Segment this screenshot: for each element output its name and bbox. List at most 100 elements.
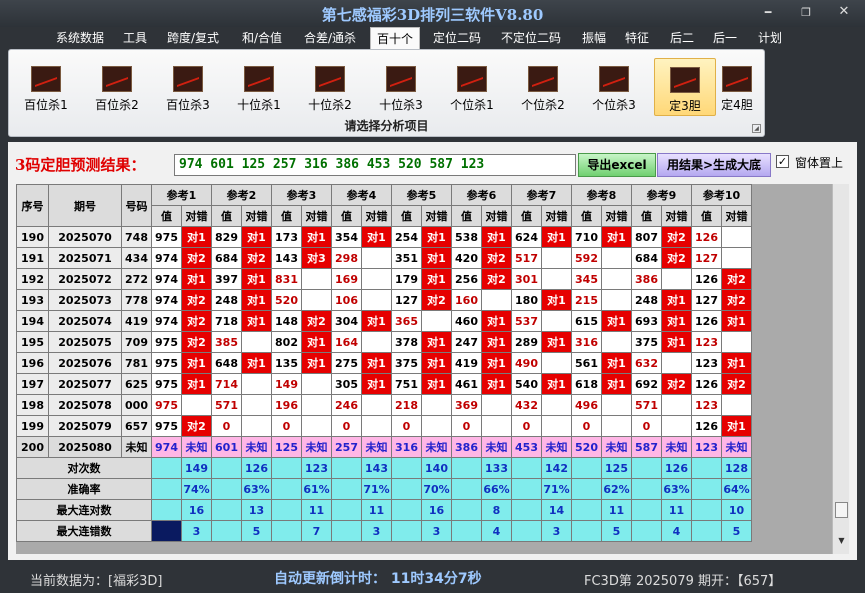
- stats-pad: [451, 478, 482, 500]
- table-row[interactable]: 195 2025075 709 975 对2 385 802 对1 164 378 对1 247 对1 2…: [16, 331, 752, 353]
- cell-code: 未知: [121, 436, 152, 458]
- stats-label: 准确率: [16, 478, 152, 500]
- stats-value: 10: [721, 499, 752, 521]
- cell-result: [361, 415, 392, 437]
- cell-no: 198: [16, 394, 49, 416]
- stats-row: 对次数 149 126 123 143 140 133 142 125 126 128: [16, 457, 752, 479]
- menu-item-0[interactable]: 系统数据: [50, 27, 110, 49]
- ribbon-button-label: 十位杀2: [308, 98, 352, 112]
- cell-result: [481, 394, 512, 416]
- menu-item-2[interactable]: 跨度/复式: [161, 27, 225, 49]
- ribbon-button-8[interactable]: 个位杀3: [583, 58, 645, 116]
- menu-item-8[interactable]: 振幅: [576, 27, 612, 49]
- table-row[interactable]: 199 2025079 657 975 对2 0 0 0 0 0 0 0 0 126 对1: [16, 415, 752, 437]
- predict-value: 520: [571, 436, 602, 458]
- cell-value: 301: [511, 268, 542, 290]
- stats-value: 13: [241, 499, 272, 521]
- stats-pad: [631, 499, 662, 521]
- vertical-scrollbar[interactable]: ▼: [832, 184, 849, 554]
- ribbon-button-5[interactable]: 十位杀3: [370, 58, 432, 116]
- menu-item-11[interactable]: 后一: [707, 27, 743, 49]
- cell-result: [601, 268, 632, 290]
- predict-value: 386: [451, 436, 482, 458]
- stats-pad: [271, 520, 302, 542]
- cell-code: 709: [121, 331, 152, 353]
- cell-value: 829: [211, 226, 242, 248]
- menu-item-7[interactable]: 不定位二码: [495, 27, 567, 49]
- cell-result: [241, 415, 272, 437]
- cell-value: 974: [151, 268, 182, 290]
- cell-value: 490: [511, 352, 542, 374]
- stats-pad: [511, 520, 542, 542]
- scroll-thumb[interactable]: [835, 502, 848, 518]
- cell-value: 974: [151, 310, 182, 332]
- ribbon-button-9[interactable]: 定3胆: [654, 58, 716, 116]
- cell-result: [721, 226, 752, 248]
- scroll-down-icon[interactable]: ▼: [835, 536, 848, 550]
- cell-result: 对1: [241, 226, 272, 248]
- stats-value: 3: [361, 520, 392, 542]
- menu-item-1[interactable]: 工具: [117, 27, 153, 49]
- ribbon-button-label: 个位杀2: [521, 98, 565, 112]
- cell-result: [241, 373, 272, 395]
- table-row[interactable]: 198 2025078 000 975 571 196 246 218 369 432 496 571…: [16, 394, 752, 416]
- cell-value: 169: [331, 268, 362, 290]
- cell-result: [541, 415, 572, 437]
- table-row[interactable]: 190 2025070 748 975 对1 829 对1 173 对1 354 对1 254 对1 53…: [16, 226, 752, 248]
- table-row[interactable]: 192 2025072 272 974 对1 397 对1 831 169 179 对1 256 对2 3…: [16, 268, 752, 290]
- ribbon-button-3[interactable]: 十位杀1: [228, 58, 290, 116]
- predict-unknown: 未知: [541, 436, 572, 458]
- menu-item-12[interactable]: 计划: [752, 27, 788, 49]
- export-excel-button[interactable]: 导出excel: [578, 153, 656, 177]
- cell-value: 632: [631, 352, 662, 374]
- restore-icon[interactable]: ❐: [798, 6, 814, 19]
- predict-value: 123: [691, 436, 722, 458]
- cell-value: 0: [271, 415, 302, 437]
- table-row-predict[interactable]: 200 2025080 未知 974 未知 601 未知 125 未知 257 未知 316 未知 386…: [16, 436, 752, 458]
- close-icon[interactable]: ✕: [836, 4, 852, 19]
- table-row[interactable]: 194 2025074 419 974 对2 718 对1 148 对2 304 对1 365 460 对…: [16, 310, 752, 332]
- cell-result: 对1: [361, 352, 392, 374]
- ribbon-button-label: 个位杀1: [450, 98, 494, 112]
- stats-pad: [211, 457, 242, 479]
- ribbon-button-10[interactable]: 定4胆: [715, 58, 759, 116]
- cell-value: 975: [151, 415, 182, 437]
- menu-item-5[interactable]: 百十个: [370, 27, 421, 49]
- stats-pad: [151, 457, 182, 479]
- stats-row: 最大连错数 3 5 7 3 3 4 3 5 4 5: [16, 520, 752, 542]
- cell-value: 538: [451, 226, 482, 248]
- ribbon-button-2[interactable]: 百位杀3: [157, 58, 219, 116]
- cell-value: 248: [211, 289, 242, 311]
- cell-period: 2025078: [48, 394, 122, 416]
- prediction-result-field[interactable]: 974 601 125 257 316 386 453 520 587 123: [174, 154, 576, 176]
- cell-value: 304: [331, 310, 362, 332]
- menu-item-9[interactable]: 特征: [619, 27, 655, 49]
- ribbon-button-4[interactable]: 十位杀2: [299, 58, 361, 116]
- cell-value: 710: [571, 226, 602, 248]
- ribbon-button-0[interactable]: 百位杀1: [15, 58, 77, 116]
- menu-item-6[interactable]: 定位二码: [427, 27, 487, 49]
- ribbon-button-6[interactable]: 个位杀1: [441, 58, 503, 116]
- table-row[interactable]: 196 2025076 781 975 对1 648 对1 135 对1 275 对1 375 对1 41…: [16, 352, 752, 374]
- cell-result: [421, 394, 452, 416]
- menu-item-3[interactable]: 和/合值: [236, 27, 288, 49]
- ribbon-button-7[interactable]: 个位杀2: [512, 58, 574, 116]
- menu-item-4[interactable]: 合差/通杀: [298, 27, 362, 49]
- cell-value: 179: [391, 268, 422, 290]
- table-row[interactable]: 191 2025071 434 974 对2 684 对2 143 对3 298 351 对1 420 对…: [16, 247, 752, 269]
- ribbon-expand-icon[interactable]: ◢: [752, 124, 761, 133]
- table-row[interactable]: 193 2025073 778 974 对2 248 对1 520 106 127 对2 160 180…: [16, 289, 752, 311]
- minimize-icon[interactable]: ━: [760, 6, 776, 19]
- cell-result: [661, 415, 692, 437]
- cell-value: 149: [271, 373, 302, 395]
- topmost-checkbox[interactable]: ✓: [776, 155, 789, 168]
- ribbon-button-1[interactable]: 百位杀2: [86, 58, 148, 116]
- table-row[interactable]: 197 2025077 625 975 对1 714 149 305 对1 751 对1 461 对1 5…: [16, 373, 752, 395]
- generate-big-bottom-button[interactable]: 用结果>生成大底: [657, 153, 771, 177]
- stats-value: 16: [421, 499, 452, 521]
- header-code: 号码: [121, 184, 152, 227]
- cell-result: [181, 394, 212, 416]
- menu-item-10[interactable]: 后二: [664, 27, 700, 49]
- cell-result: 对1: [181, 268, 212, 290]
- header-ref: 参考2: [211, 184, 272, 206]
